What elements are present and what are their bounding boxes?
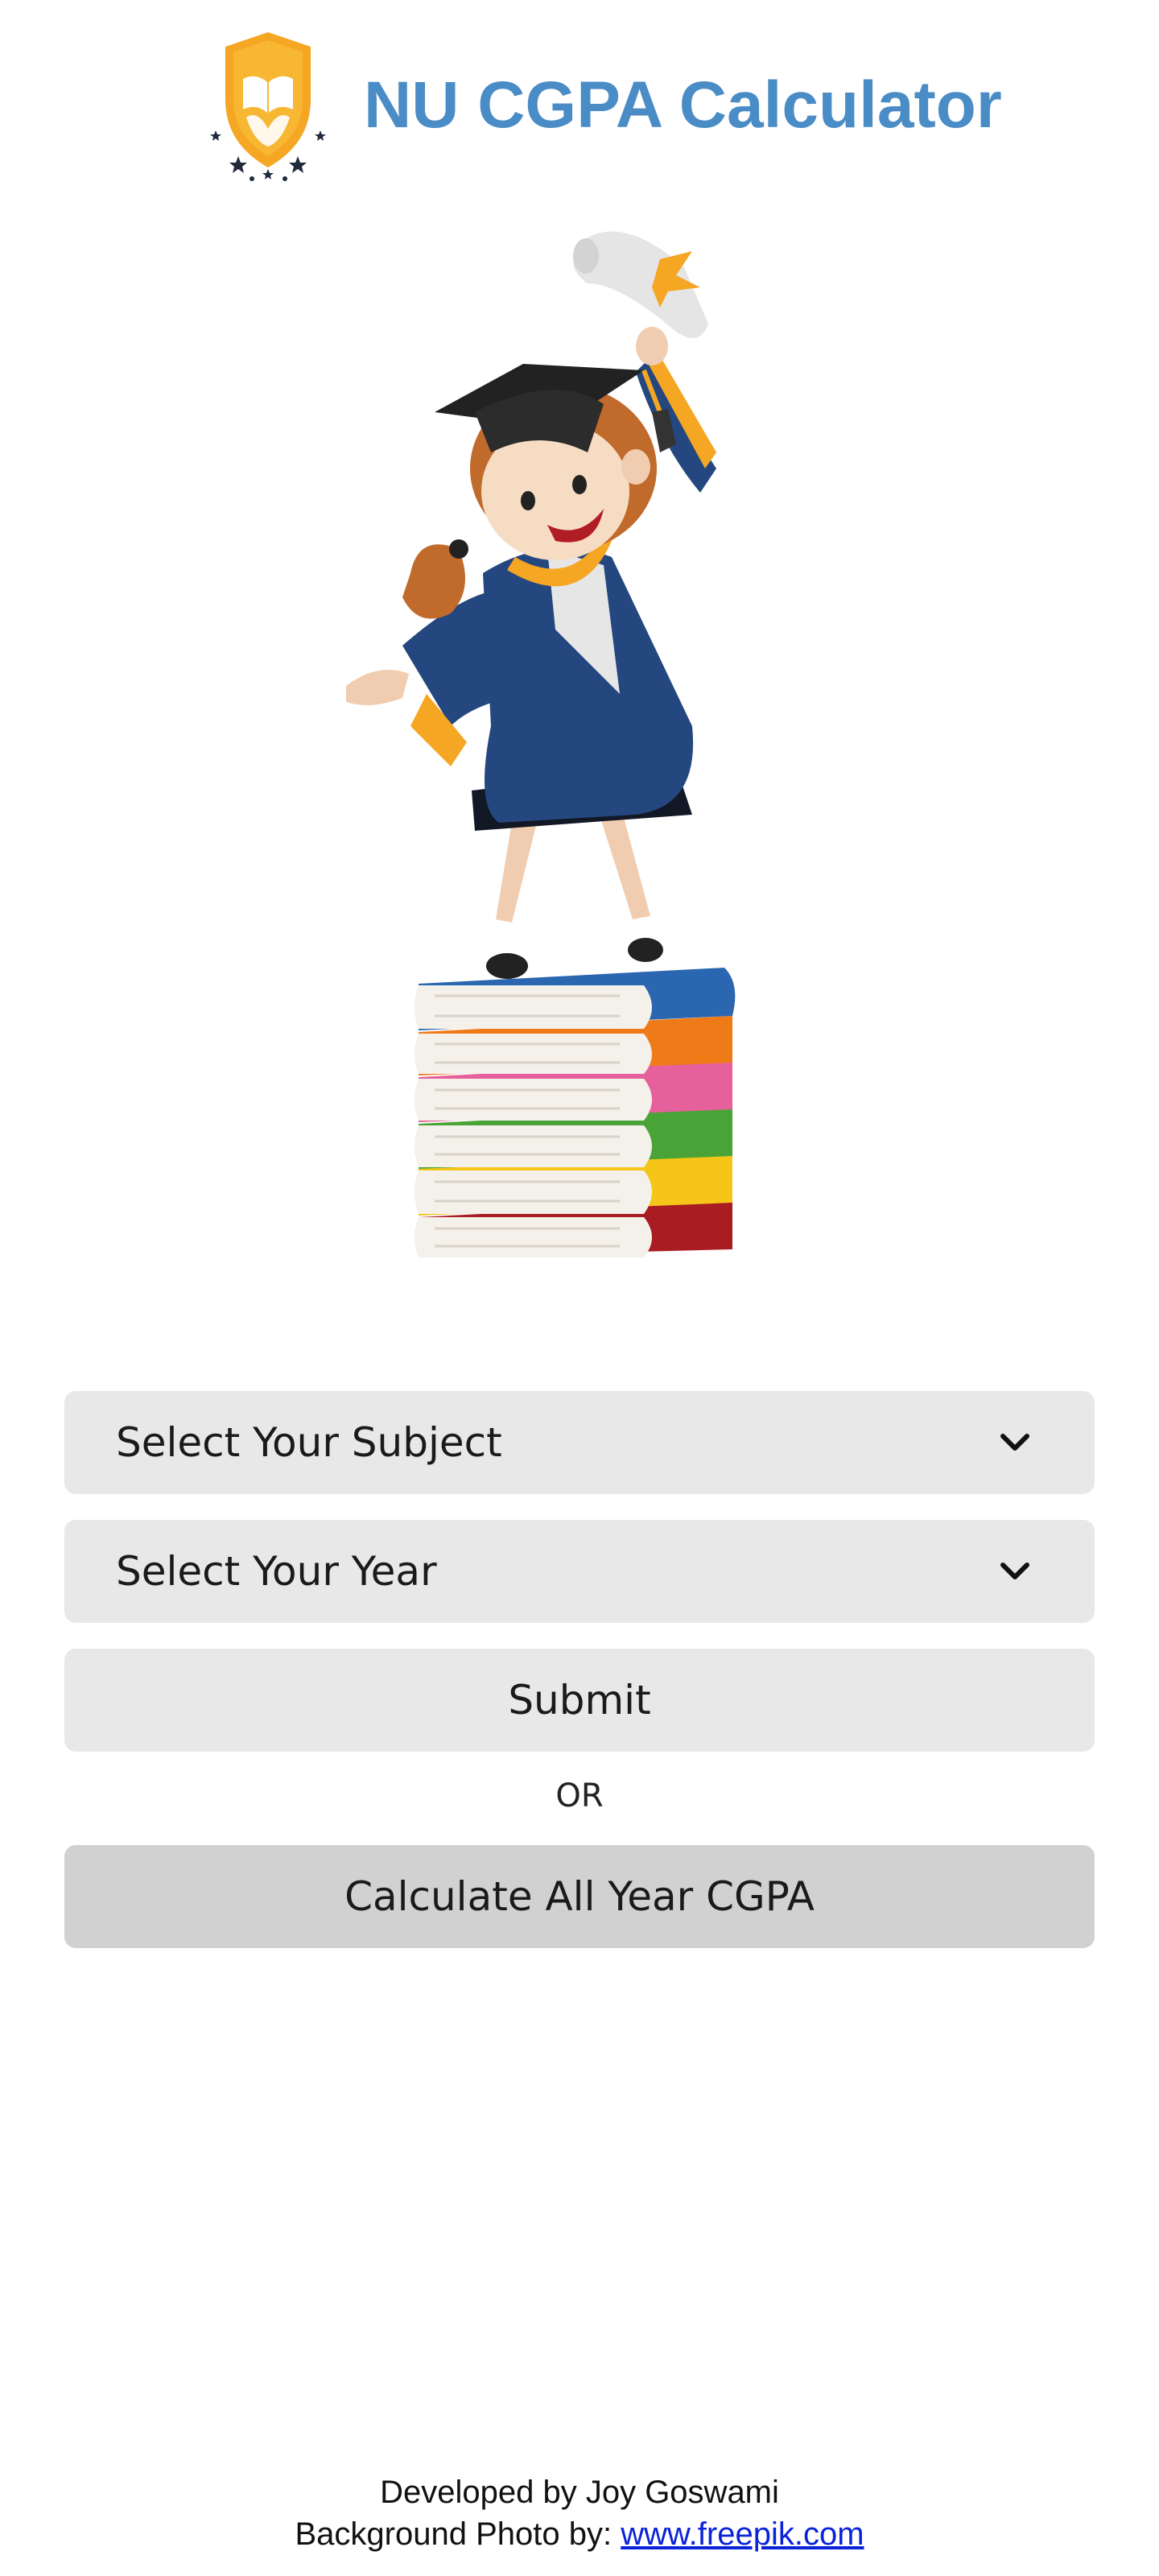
graduation-shield-logo-icon [210, 32, 326, 181]
chevron-down-icon [1000, 1434, 1029, 1451]
year-select[interactable]: Select Your Year [64, 1520, 1095, 1623]
year-select-label: Select Your Year [116, 1548, 437, 1595]
footer: Developed by Joy Goswami Background Phot… [0, 2471, 1159, 2555]
app-title: NU CGPA Calculator [364, 68, 1002, 142]
photo-credit: Background Photo by: www.freepik.com [0, 2513, 1159, 2555]
calculate-all-year-cgpa-button[interactable]: Calculate All Year CGPA [64, 1845, 1095, 1948]
or-separator: OR [555, 1777, 604, 1814]
freepik-link[interactable]: www.freepik.com [621, 2516, 864, 2552]
submit-button[interactable]: Submit [64, 1649, 1095, 1752]
subject-select[interactable]: Select Your Subject [64, 1391, 1095, 1494]
photo-credit-prefix: Background Photo by: [295, 2516, 621, 2552]
chevron-down-icon [1000, 1563, 1029, 1579]
books-stack [415, 968, 736, 1257]
app-header: NU CGPA Calculator [0, 29, 1159, 182]
developer-credit: Developed by Joy Goswami [380, 2475, 779, 2510]
subject-select-label: Select Your Subject [116, 1419, 502, 1466]
graduate-girl-on-books-illustration [346, 231, 736, 1257]
